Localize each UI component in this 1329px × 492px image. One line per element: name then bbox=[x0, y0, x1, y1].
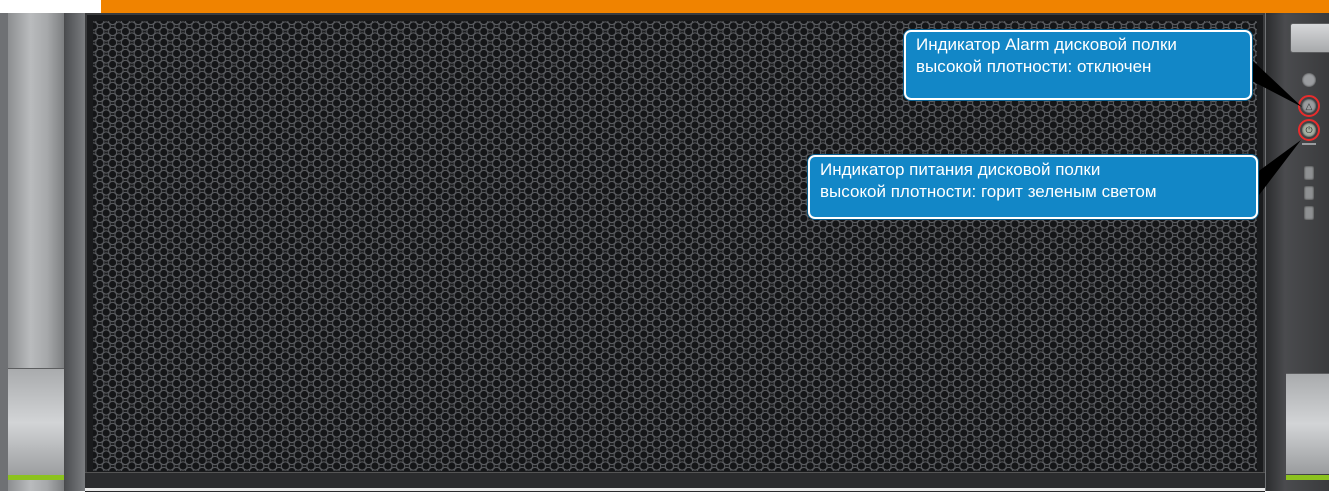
status-led-3-icon bbox=[1304, 206, 1314, 220]
panel-divider bbox=[1302, 143, 1316, 145]
right-handle bbox=[1286, 373, 1329, 474]
alarm-callout-line1: Индикатор Alarm дисковой полки bbox=[916, 35, 1177, 54]
status-led-2-icon bbox=[1304, 186, 1314, 200]
power-callout-line1: Индикатор питания дисковой полки bbox=[820, 160, 1101, 179]
alarm-indicator-icon: △ bbox=[1302, 99, 1316, 113]
alarm-indicator-callout: Индикатор Alarm дисковой полки высокой п… bbox=[904, 30, 1252, 100]
alarm-callout-line2: высокой плотности: отключен bbox=[916, 57, 1152, 76]
left-frame-column bbox=[65, 13, 85, 491]
power-indicator-icon: ⏻ bbox=[1302, 123, 1316, 137]
left-mounting-ear bbox=[8, 13, 65, 491]
location-indicator-icon bbox=[1302, 73, 1316, 87]
power-indicator-callout: Индикатор питания дисковой полки высокой… bbox=[808, 155, 1258, 219]
left-green-trim bbox=[8, 475, 64, 480]
top-accent-strip bbox=[101, 0, 1329, 13]
right-release-tab[interactable] bbox=[1290, 23, 1329, 53]
left-handle bbox=[8, 368, 64, 478]
power-callout-line2: высокой плотности: горит зеленым светом bbox=[820, 182, 1157, 201]
status-led-1-icon bbox=[1304, 166, 1314, 180]
right-green-trim bbox=[1286, 475, 1329, 480]
